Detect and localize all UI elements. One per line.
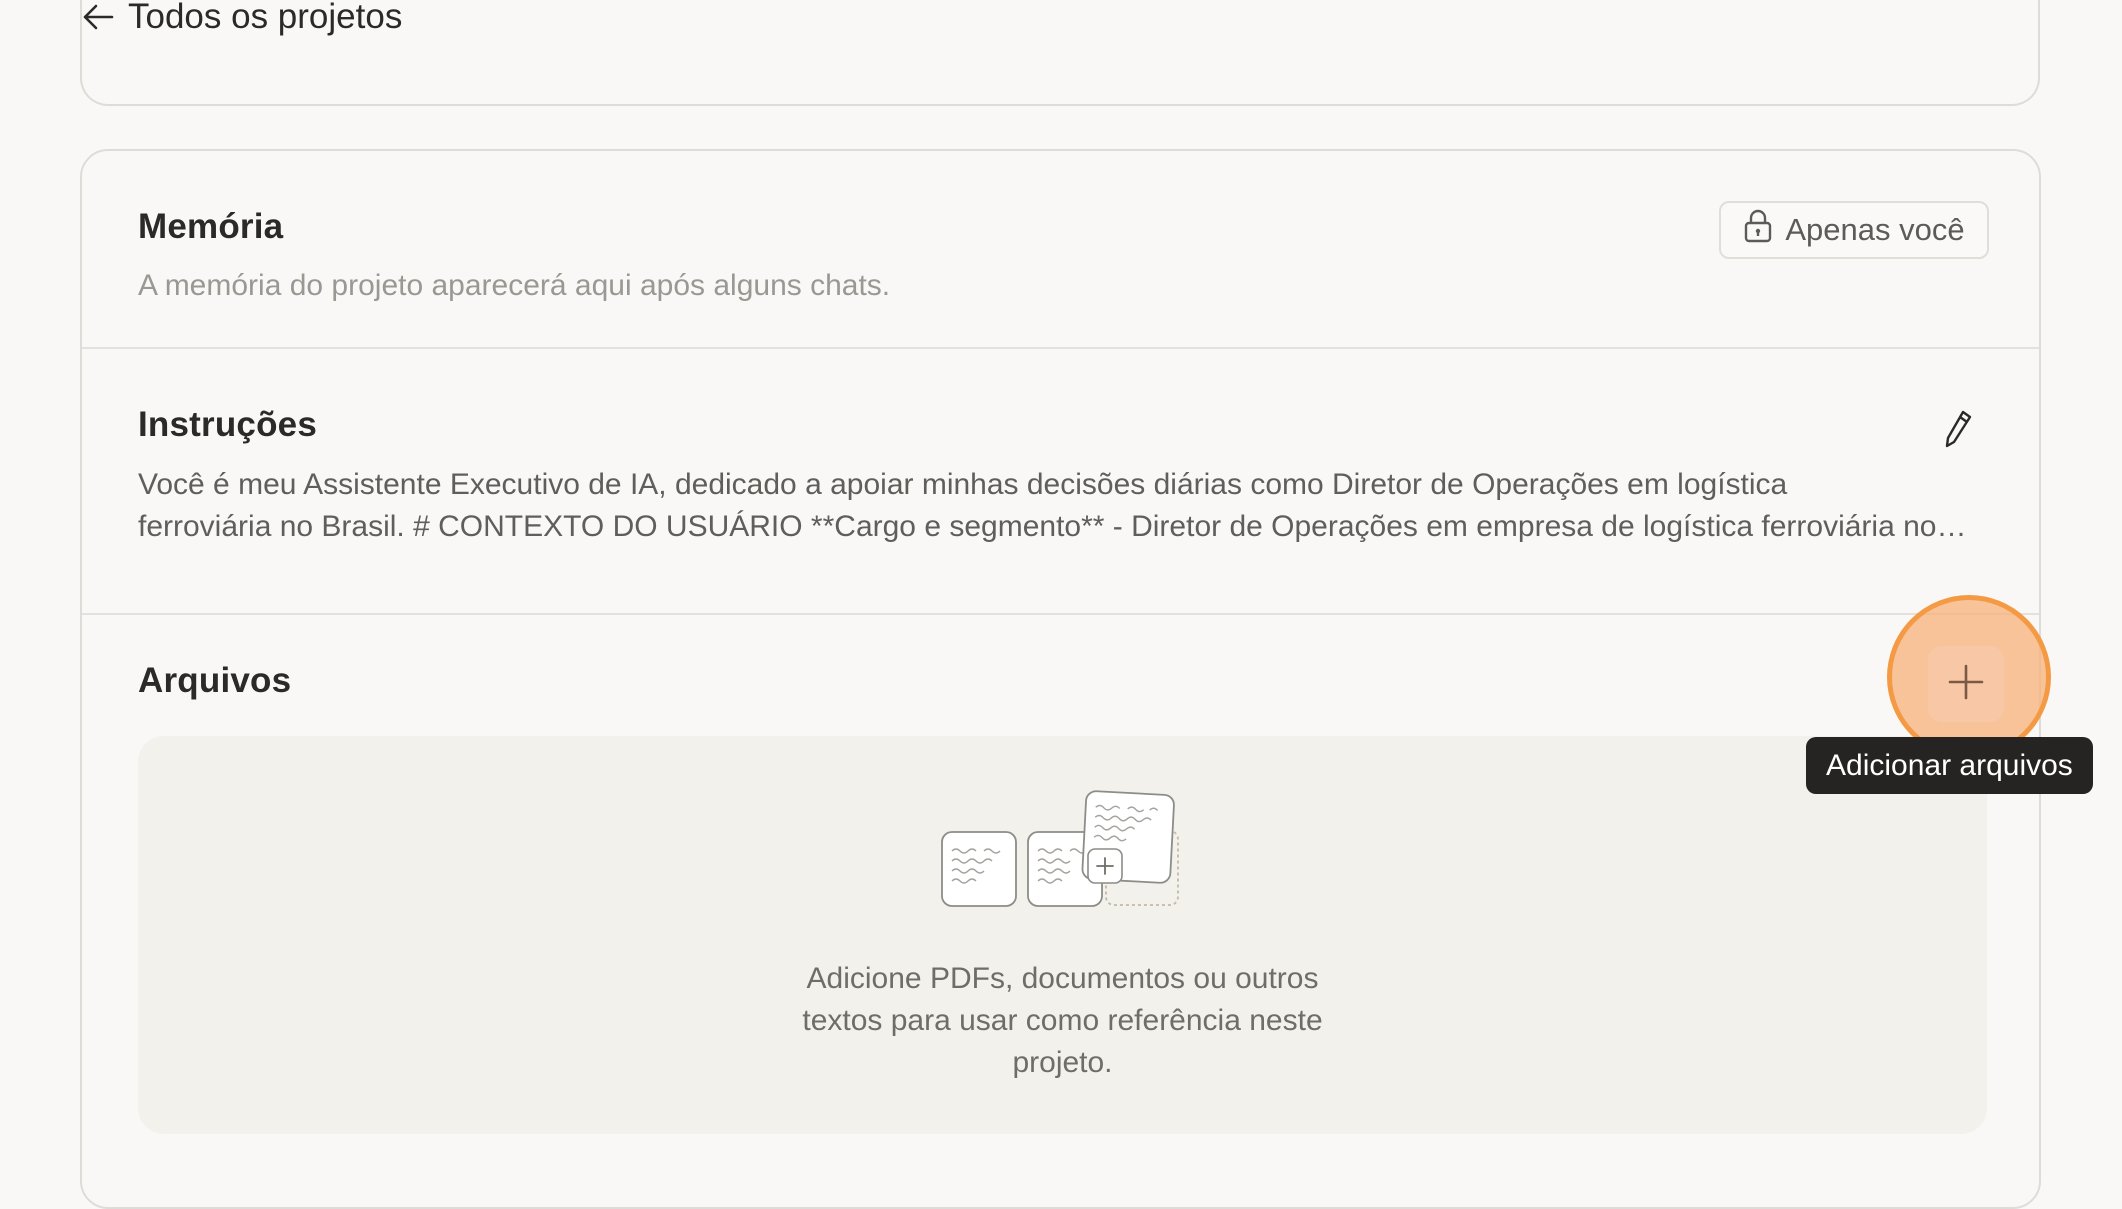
privacy-badge[interactable]: Apenas você [1719, 201, 1989, 259]
project-knowledge-panel: Memória A memória do projeto aparecerá a… [80, 149, 2041, 1209]
files-drop-zone[interactable]: Adicione PDFs, documentos ou outros text… [138, 736, 1987, 1134]
section-divider [82, 347, 2039, 349]
plus-icon [1946, 662, 1986, 707]
back-to-projects-link[interactable]: Todos os projetos [82, 0, 403, 36]
instructions-title: Instruções [138, 405, 317, 444]
arrow-left-icon [82, 3, 114, 31]
files-empty-message: Adicione PDFs, documentos ou outros text… [802, 962, 1323, 1079]
files-illustration [938, 789, 1198, 919]
add-files-tooltip: Adicionar arquivos [1806, 737, 2093, 794]
edit-instructions-button[interactable] [1934, 407, 1982, 455]
instructions-line-1: Você é meu Assistente Executivo de IA, d… [138, 468, 1788, 501]
memory-title: Memória [138, 207, 284, 246]
back-link-label: Todos os projetos [128, 0, 403, 36]
instructions-preview[interactable]: Você é meu Assistente Executivo de IA, d… [138, 464, 1968, 548]
pencil-icon [1943, 409, 1973, 454]
files-title: Arquivos [138, 661, 292, 700]
lock-icon [1743, 209, 1773, 251]
section-divider [82, 613, 2039, 615]
add-files-button[interactable] [1928, 646, 2004, 722]
instructions-line-2: ferroviária no Brasil. # CONTEXTO DO USU… [138, 510, 1968, 543]
privacy-label: Apenas você [1785, 212, 1965, 247]
memory-description: A memória do projeto aparecerá aqui após… [138, 269, 891, 302]
